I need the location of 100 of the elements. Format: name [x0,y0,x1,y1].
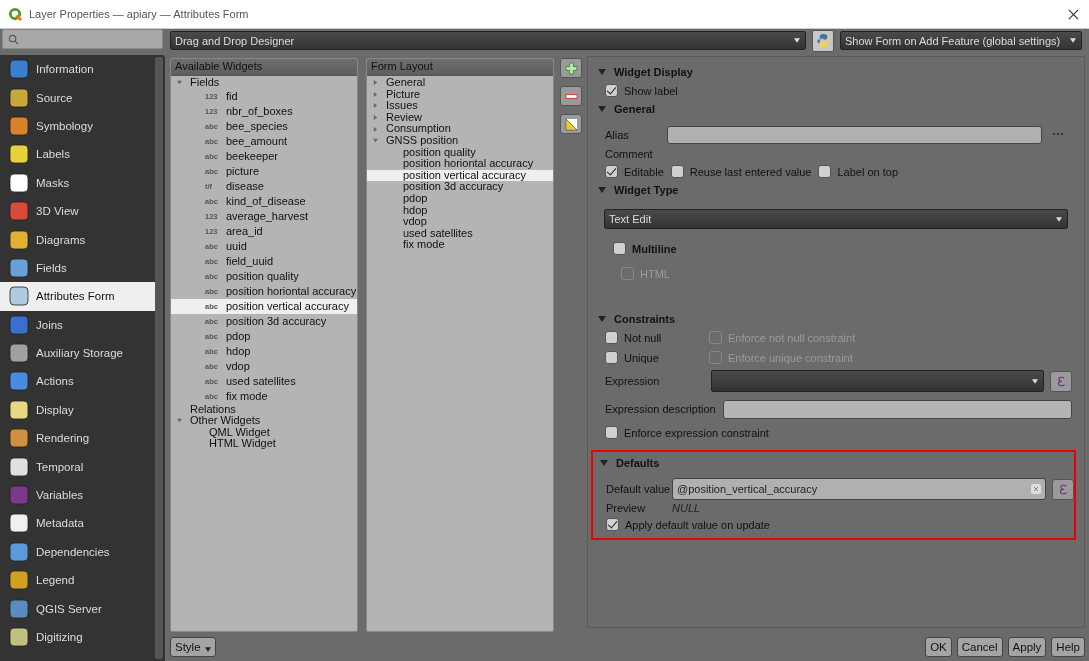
tree-group[interactable]: General [386,77,426,89]
apply-on-update-checkbox[interactable]: Apply default value on update [606,515,1074,534]
sidebar-item[interactable]: Rendering [0,424,155,453]
sidebar-item[interactable]: Masks [0,168,155,197]
sidebar-item[interactable]: Information [0,55,155,84]
expand-arrow-icon[interactable] [373,103,378,109]
collapse-arrow-icon[interactable] [600,460,608,466]
tree-group[interactable]: Issues [386,100,418,112]
style-button[interactable]: Style [170,637,216,657]
expand-arrow-icon[interactable] [177,418,182,424]
sidebar-item[interactable]: QGIS Server [0,594,155,623]
option-checkbox[interactable]: Label on top [818,162,898,181]
search-field[interactable] [2,29,163,49]
plus-icon [564,61,578,75]
tree-item[interactable]: used satellites [367,227,553,240]
sidebar-item[interactable]: Labels [0,140,155,169]
tree-item[interactable]: position quality [367,146,553,159]
tree-item[interactable]: QML Widget [171,426,357,439]
expand-arrow-icon[interactable] [373,126,378,132]
sidebar-item[interactable]: Metadata [0,509,155,538]
section-icon [8,427,30,450]
expression-button[interactable] [1050,370,1072,392]
section-icon [8,455,30,478]
constraint-checkbox[interactable]: Not null [605,328,709,347]
section-icon [8,114,30,137]
caret-icon [1056,216,1062,222]
tree-item[interactable]: HTML Widget [171,438,357,450]
dialog-button[interactable]: Apply [1007,637,1047,657]
caret-icon [204,647,211,652]
add-button[interactable] [560,58,582,78]
tree-group[interactable]: Review [386,111,423,124]
field-label: Expression description [605,403,717,415]
expression-button[interactable] [1052,478,1074,500]
tree-group[interactable]: GNSS position [386,134,459,147]
expand-arrow-icon[interactable] [177,80,182,86]
multiline-checkbox[interactable]: Multiline [613,239,1084,258]
tree-group[interactable]: Relations [190,403,236,416]
expand-arrow-icon[interactable] [373,138,378,144]
enforce-expression-checkbox[interactable]: Enforce expression constraint [605,423,1084,442]
sidebar-item[interactable]: Dependencies [0,537,155,567]
tree-group[interactable]: Other Widgets [190,415,261,427]
sidebar-item[interactable]: Diagrams [0,225,155,254]
section-icon [8,313,30,336]
clear-icon[interactable] [1031,484,1041,494]
tree-item[interactable]: position 3d accuracy [367,181,553,193]
expression-dropdown[interactable] [711,370,1044,392]
sidebar-item[interactable]: Attributes Form [0,282,155,311]
show-form-dropdown[interactable]: Show Form on Add Feature (global settings) [840,31,1082,50]
alias-field[interactable] [667,126,1042,144]
show-label-checkbox[interactable]: Show label [605,81,1084,100]
tree-item[interactable]: position horiontal accuracy [367,158,553,170]
dialog-button[interactable]: OK [925,637,952,657]
sidebar-item[interactable]: Auxiliary Storage [0,338,155,368]
sidebar-item[interactable]: Temporal [0,452,155,481]
sidebar-item[interactable]: Source [0,83,155,112]
python-button[interactable] [812,29,834,52]
tree-item[interactable]: fix mode [367,239,553,251]
tree-item[interactable]: hdop [367,204,553,217]
sidebar-item[interactable]: Symbology [0,111,155,141]
collapse-arrow-icon[interactable] [598,69,606,75]
collapse-arrow-icon[interactable] [598,187,606,193]
tree-group[interactable]: Picture [386,88,421,101]
dialog-button[interactable]: Cancel [956,637,1003,657]
remove-button[interactable] [560,86,582,106]
expand-arrow-icon[interactable] [373,115,378,121]
expand-arrow-icon[interactable] [373,91,378,97]
dialog-button[interactable]: Help [1051,637,1085,657]
option-checkbox[interactable]: Reuse last entered value [670,162,812,181]
collapse-arrow-icon[interactable] [598,106,606,112]
constraint-checkbox[interactable]: Unique [605,348,709,367]
widget-type-dropdown[interactable]: Text Edit [604,209,1068,229]
default-value-field[interactable]: @position_vertical_accuracy [672,478,1046,500]
expression-description-field[interactable] [723,399,1072,419]
sidebar-item[interactable]: Joins [0,310,155,339]
expand-arrow-icon[interactable] [373,80,378,86]
section-icon [8,285,30,308]
sidebar-item[interactable]: 3D View [0,196,155,226]
window-title: Layer Properties — apiary — Attributes Form [29,8,250,20]
sidebar-item[interactable]: Legend [0,566,155,595]
caret-icon [794,38,800,43]
option-checkbox[interactable]: Editable [605,162,664,181]
caret-icon [1032,378,1038,384]
tree-group[interactable]: Fields [190,77,220,89]
collapse-arrow-icon[interactable] [598,316,606,322]
tree-item[interactable]: position vertical accuracy [367,169,553,182]
sidebar-item[interactable]: Variables [0,480,155,510]
close-icon[interactable] [1068,8,1079,20]
section-icon [8,512,30,535]
tree-group[interactable]: Consumption [386,123,451,135]
section-icon [8,58,30,81]
sidebar-item[interactable]: Digitizing [0,622,155,652]
scrollbar[interactable] [155,57,163,659]
designer-dropdown[interactable]: Drag and Drop Designer [170,31,806,50]
sidebar-item[interactable]: Display [0,395,155,425]
dots-icon [1052,130,1066,138]
sidebar-item[interactable]: Actions [0,367,155,396]
tree-item[interactable]: pdop [367,192,553,205]
sidebar-item[interactable]: Fields [0,253,155,283]
tree-item[interactable]: vdop [367,216,553,228]
edit-button[interactable] [560,114,582,134]
